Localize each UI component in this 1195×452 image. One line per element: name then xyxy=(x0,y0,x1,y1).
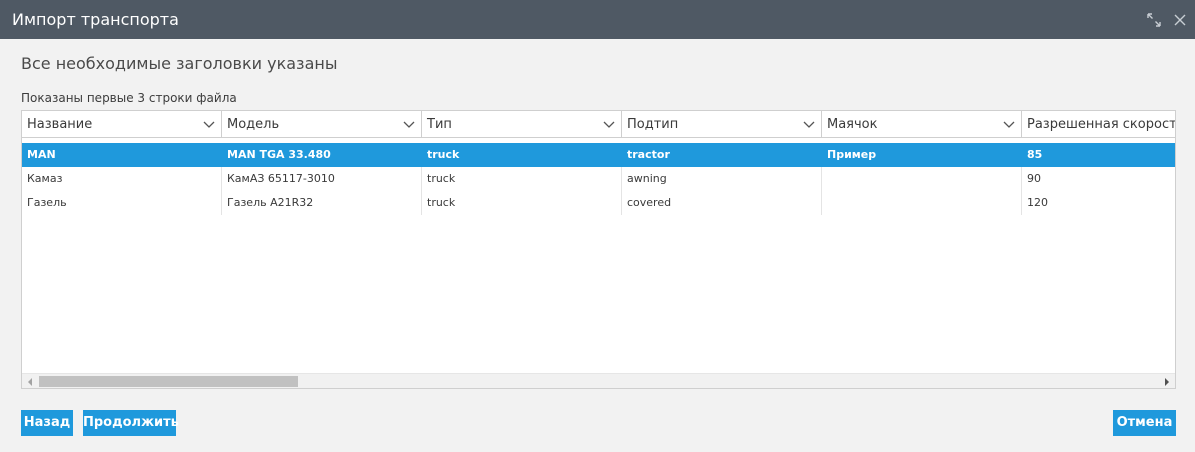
chevron-down-icon[interactable] xyxy=(1003,111,1015,137)
table-cell xyxy=(822,191,1022,215)
column-header-beacon[interactable]: Маячок xyxy=(822,111,1022,138)
table-cell: КамАЗ 65117-3010 xyxy=(222,167,422,191)
column-header-model[interactable]: Модель xyxy=(222,111,422,138)
table-cell: covered xyxy=(622,191,822,215)
table-cell: 90 xyxy=(1022,167,1175,191)
continue-button[interactable]: Продолжить xyxy=(83,410,179,436)
chevron-down-icon[interactable] xyxy=(403,111,415,137)
status-heading: Все необходимые заголовки указаны xyxy=(21,54,338,73)
table-cell: truck xyxy=(422,167,622,191)
table-cell xyxy=(822,167,1022,191)
table-cell: Камаз xyxy=(22,167,222,191)
table-cell: 120 xyxy=(1022,191,1175,215)
scroll-left-icon[interactable] xyxy=(22,374,38,388)
cancel-button[interactable]: Отмена xyxy=(1113,410,1176,436)
column-header-speed[interactable]: Разрешенная скорость xyxy=(1022,111,1176,138)
horizontal-scrollbar[interactable] xyxy=(22,373,1175,388)
preview-grid: Название Модель Тип Подтип Маячок Разреш… xyxy=(21,110,1176,389)
column-header-type[interactable]: Тип xyxy=(422,111,622,138)
column-header-label: Тип xyxy=(427,117,452,132)
close-icon[interactable] xyxy=(1169,9,1191,31)
column-header-label: Маячок xyxy=(827,117,878,132)
column-header-label: Разрешенная скорость xyxy=(1027,117,1176,132)
scroll-right-icon[interactable] xyxy=(1159,374,1175,388)
table-cell: truck xyxy=(427,148,460,161)
column-header-label: Модель xyxy=(227,117,280,132)
table-row[interactable]: Камаз КамАЗ 65117-3010 truck awning 90 xyxy=(22,167,1175,191)
table-row[interactable]: MAN MAN TGA 33.480 truck tractor Пример … xyxy=(22,143,1175,167)
table-cell: Пример xyxy=(827,148,877,161)
preview-note: Показаны первые 3 строки файла xyxy=(21,91,237,105)
back-button[interactable]: Назад xyxy=(21,410,73,436)
table-cell: awning xyxy=(622,167,822,191)
chevron-down-icon[interactable] xyxy=(803,111,815,137)
scrollbar-thumb[interactable] xyxy=(39,376,298,387)
title-bar-controls xyxy=(1143,0,1195,39)
table-cell: truck xyxy=(422,191,622,215)
table-cell: Газель А21R32 xyxy=(222,191,422,215)
chevron-down-icon[interactable] xyxy=(203,111,215,137)
title-bar: Импорт транспорта xyxy=(0,0,1195,39)
dialog-title: Импорт транспорта xyxy=(12,10,179,29)
column-header-subtype[interactable]: Подтип xyxy=(622,111,822,138)
grid-header: Название Модель Тип Подтип Маячок Разреш… xyxy=(22,111,1176,138)
table-cell: Газель xyxy=(22,191,222,215)
column-header-name[interactable]: Название xyxy=(22,111,222,138)
table-cell: MAN xyxy=(27,148,56,161)
import-dialog: Импорт транспорта Все необходимые заголо… xyxy=(0,0,1195,452)
column-header-label: Название xyxy=(27,117,93,132)
expand-icon[interactable] xyxy=(1143,9,1165,31)
chevron-down-icon[interactable] xyxy=(603,111,615,137)
table-cell: 85 xyxy=(1027,148,1043,161)
column-header-label: Подтип xyxy=(627,117,679,132)
table-cell: MAN TGA 33.480 xyxy=(227,148,331,161)
table-row[interactable]: Газель Газель А21R32 truck covered 120 xyxy=(22,191,1175,215)
table-cell: tractor xyxy=(627,148,670,161)
